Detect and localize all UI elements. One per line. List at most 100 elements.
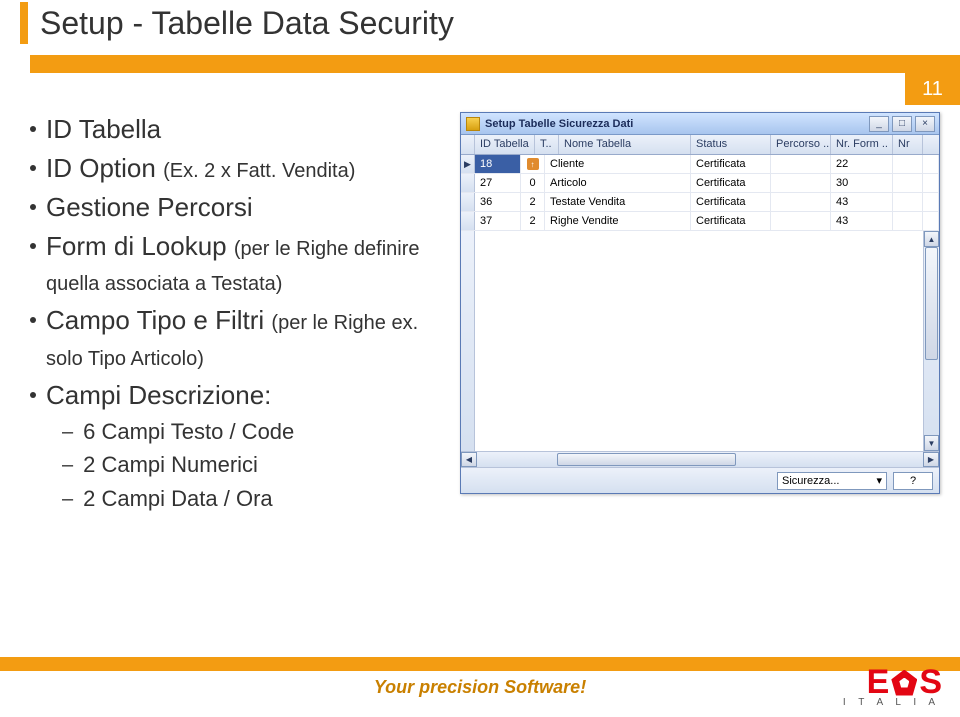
up-arrow-icon: ↑ (527, 158, 539, 170)
scroll-down-arrow-icon[interactable]: ▼ (924, 435, 939, 451)
sub-bullet-text: 2 Campi Numerici (83, 450, 258, 480)
cell-t[interactable]: 2 (521, 193, 545, 211)
footer-slogan: Your precision Software! (374, 677, 586, 698)
slide-footer: Your precision Software! E S I T A L I A (0, 657, 960, 717)
scroll-gutter (923, 174, 939, 192)
table-row[interactable]: 36 2 Testate Vendita Certificata 43 (461, 193, 939, 212)
maximize-button[interactable]: □ (892, 116, 912, 132)
window-title-text: Setup Tabelle Sicurezza Dati (485, 118, 869, 130)
window-icon (466, 117, 480, 131)
slide-title: Setup - Tabelle Data Security (40, 5, 454, 42)
grid-header: ID Tabella T.. Nome Tabella Status Perco… (461, 135, 939, 155)
col-header-nome[interactable]: Nome Tabella (559, 135, 691, 154)
chevron-down-icon: ▾ (876, 474, 882, 487)
sub-bullet-dash: – (62, 488, 73, 511)
cell-nr[interactable] (893, 212, 923, 230)
scroll-right-arrow-icon[interactable]: ▶ (923, 452, 939, 467)
row-selector[interactable] (461, 212, 475, 230)
cell-percorso[interactable] (771, 212, 831, 230)
scroll-gutter (923, 155, 939, 173)
cell-status[interactable]: Certificata (691, 193, 771, 211)
bullet-text: ID Option (Ex. 2 x Fatt. Vendita) (46, 151, 355, 186)
col-header-nr[interactable]: Nr (893, 135, 923, 154)
bullet-dot (30, 204, 36, 210)
cell-status[interactable]: Certificata (691, 212, 771, 230)
vertical-scrollbar[interactable]: ▲ ▼ (923, 231, 939, 451)
cell-nr[interactable] (893, 174, 923, 192)
window-titlebar[interactable]: Setup Tabelle Sicurezza Dati _ □ × (461, 113, 939, 135)
cell-nrform[interactable]: 43 (831, 212, 893, 230)
bullet-text: Campi Descrizione: (46, 378, 271, 413)
cell-status[interactable]: Certificata (691, 174, 771, 192)
page-number: 11 (905, 73, 960, 105)
cell-nr[interactable] (893, 193, 923, 211)
col-header-nrform[interactable]: Nr. Form .. (831, 135, 893, 154)
cell-nome[interactable]: Testate Vendita (545, 193, 691, 211)
cell-nome[interactable]: Cliente (545, 155, 691, 173)
bullet-main: ID Option (46, 153, 163, 183)
cell-nr[interactable] (893, 155, 923, 173)
table-row[interactable]: 27 0 Articolo Certificata 30 (461, 174, 939, 193)
cell-t[interactable]: 2 (521, 212, 545, 230)
cell-nome[interactable]: Righe Vendite (545, 212, 691, 230)
window-buttons: _ □ × (869, 116, 935, 132)
cell-bool[interactable]: ↑ (521, 155, 545, 173)
scroll-corner (923, 135, 939, 154)
window-footer: Sicurezza... ▾ ? (461, 467, 939, 493)
logo-subtitle: I T A L I A (843, 697, 940, 708)
grid-empty-body (475, 231, 923, 451)
row-selector-header (461, 135, 475, 154)
sicurezza-dropdown[interactable]: Sicurezza... ▾ (777, 472, 887, 490)
close-button[interactable]: × (915, 116, 935, 132)
sub-bullet-text: 6 Campi Testo / Code (83, 417, 294, 447)
cell-id[interactable]: 36 (475, 193, 521, 211)
help-button[interactable]: ? (893, 472, 933, 490)
col-header-status[interactable]: Status (691, 135, 771, 154)
col-header-t[interactable]: T.. (535, 135, 559, 154)
logo-hexagon-icon (891, 670, 917, 696)
bullet-item: Campi Descrizione: (30, 378, 450, 413)
footer-orange-bar (0, 657, 960, 671)
col-header-percorso[interactable]: Percorso .. (771, 135, 831, 154)
title-accent (20, 2, 28, 44)
orange-divider (30, 55, 960, 73)
hscroll-thumb[interactable] (557, 453, 735, 466)
table-row[interactable]: ▶ 18 ↑ Cliente Certificata 22 (461, 155, 939, 174)
cell-status[interactable]: Certificata (691, 155, 771, 173)
row-selector[interactable]: ▶ (461, 155, 475, 173)
row-selector[interactable] (461, 193, 475, 211)
hscroll-track[interactable] (477, 452, 923, 467)
sub-bullet-item: – 6 Campi Testo / Code (62, 417, 450, 447)
sub-bullet-item: – 2 Campi Numerici (62, 450, 450, 480)
col-header-id[interactable]: ID Tabella (475, 135, 535, 154)
scroll-up-arrow-icon[interactable]: ▲ (924, 231, 939, 247)
row-selector-column (461, 231, 475, 451)
cell-nome[interactable]: Articolo (545, 174, 691, 192)
cell-percorso[interactable] (771, 193, 831, 211)
cell-nrform[interactable]: 22 (831, 155, 893, 173)
sicurezza-label: Sicurezza... (782, 475, 839, 487)
bullet-sub: (Ex. 2 x Fatt. Vendita) (163, 160, 355, 182)
bullet-text: Gestione Percorsi (46, 190, 253, 225)
bullet-item: Campo Tipo e Filtri (per le Righe ex. so… (30, 303, 450, 373)
minimize-button[interactable]: _ (869, 116, 889, 132)
cell-id[interactable]: 27 (475, 174, 521, 192)
scroll-thumb[interactable] (925, 247, 938, 360)
cell-nrform[interactable]: 30 (831, 174, 893, 192)
cell-id[interactable]: 18 (475, 155, 521, 173)
table-row[interactable]: 37 2 Righe Vendite Certificata 43 (461, 212, 939, 231)
scroll-gutter (923, 193, 939, 211)
scroll-left-arrow-icon[interactable]: ◀ (461, 452, 477, 467)
scroll-gutter (923, 212, 939, 230)
row-selector[interactable] (461, 174, 475, 192)
help-label: ? (910, 475, 916, 487)
cell-percorso[interactable] (771, 174, 831, 192)
horizontal-scrollbar[interactable]: ◀ ▶ (461, 451, 939, 467)
data-grid[interactable]: ID Tabella T.. Nome Tabella Status Perco… (461, 135, 939, 467)
cell-t[interactable]: 0 (521, 174, 545, 192)
bullet-main: Form di Lookup (46, 231, 234, 261)
cell-id[interactable]: 37 (475, 212, 521, 230)
cell-percorso[interactable] (771, 155, 831, 173)
scroll-track[interactable] (924, 247, 939, 435)
cell-nrform[interactable]: 43 (831, 193, 893, 211)
